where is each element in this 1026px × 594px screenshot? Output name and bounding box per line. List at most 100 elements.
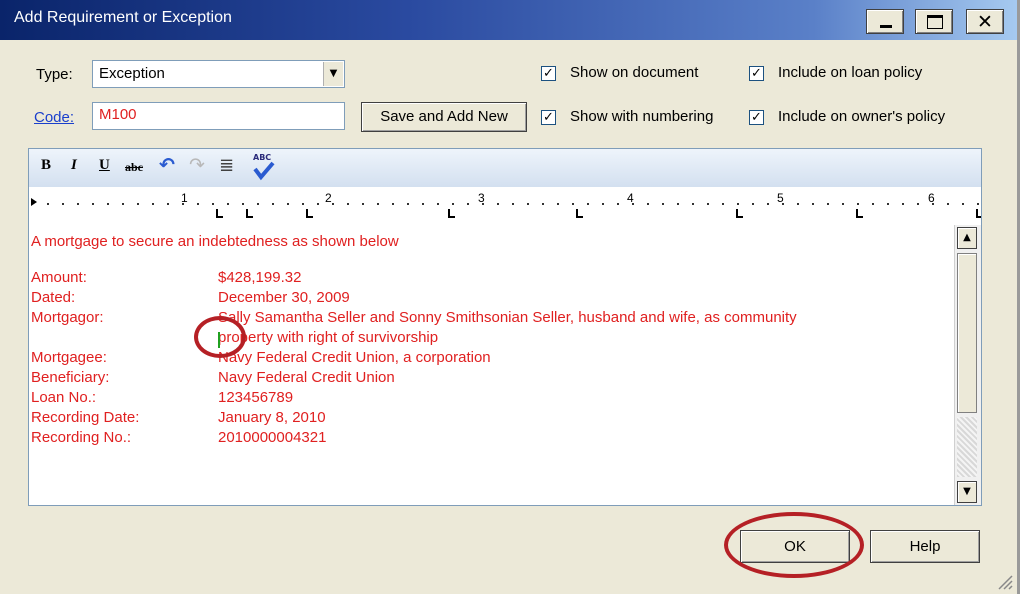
window-title: Add Requirement or Exception <box>14 9 232 26</box>
maximize-button[interactable] <box>915 9 953 34</box>
document-row-value: Navy Federal Credit Union <box>218 369 395 386</box>
code-link[interactable]: Code: <box>34 109 74 126</box>
document-row: property with right of survivorship <box>29 328 949 348</box>
ruler-tick <box>107 203 109 205</box>
document-row: Amount: $428,199.32 <box>29 268 949 288</box>
ruler-tick <box>557 203 559 205</box>
scroll-track[interactable] <box>957 417 977 477</box>
resize-grip-icon[interactable] <box>995 572 1013 590</box>
ruler-mark-4: 4 <box>627 191 634 205</box>
ruler-tick <box>467 203 469 205</box>
show-on-document-checkbox[interactable]: ✓ <box>541 66 556 81</box>
document-row-value: 123456789 <box>218 389 294 406</box>
redo-icon[interactable]: ↷ <box>189 154 205 176</box>
editor-toolbar: B I U abc ↶ ↷ ≣ ABC <box>29 149 981 188</box>
document-row: Mortgagee: Navy Federal Credit Union, a c… <box>29 348 949 368</box>
vertical-scrollbar[interactable]: ▲ ▼ <box>954 225 981 505</box>
ruler-tick <box>452 203 454 205</box>
ruler-tick <box>977 203 979 205</box>
ruler-tick <box>212 203 214 205</box>
include-owner-policy-checkbox[interactable]: ✓ <box>749 110 764 125</box>
ruler-tick <box>617 203 619 205</box>
ruler-tick <box>872 203 874 205</box>
ruler-tick <box>92 203 94 205</box>
chevron-down-icon[interactable]: ▼ <box>323 62 343 86</box>
document-row: Beneficiary: Navy Federal Credit Union <box>29 368 949 388</box>
document-row-label: Loan No.: <box>31 389 97 406</box>
include-loan-policy-checkbox[interactable]: ✓ <box>749 66 764 81</box>
ruler-tick <box>887 203 889 205</box>
tab-stop-marker <box>576 209 583 218</box>
ruler-tick <box>752 203 754 205</box>
document-row-value: Navy Federal Credit Union, a corporation <box>218 349 491 366</box>
ruler-tick <box>527 203 529 205</box>
scroll-thumb[interactable] <box>957 253 977 413</box>
ruler-tick <box>587 203 589 205</box>
ruler-mark-2: 2 <box>325 191 332 205</box>
ruler-tick <box>542 203 544 205</box>
ruler-tick <box>767 203 769 205</box>
ruler-tick <box>512 203 514 205</box>
ruler-tick <box>647 203 649 205</box>
document-row-label: Beneficiary: <box>31 369 110 386</box>
close-button[interactable]: ✕ <box>966 9 1004 34</box>
undo-icon[interactable]: ↶ <box>159 154 175 176</box>
show-with-numbering-checkbox[interactable]: ✓ <box>541 110 556 125</box>
document-row-value: December 30, 2009 <box>218 289 350 306</box>
document-row-value: $428,199.32 <box>218 269 302 286</box>
ruler-tick <box>797 203 799 205</box>
include-owner-policy-label: Include on owner's policy <box>778 108 946 125</box>
ruler-tick <box>122 203 124 205</box>
help-button[interactable]: Help <box>870 530 980 563</box>
ruler-tick <box>917 203 919 205</box>
document-text-area[interactable]: A mortgage to secure an indebtedness as … <box>29 225 949 505</box>
ruler-tick <box>152 203 154 205</box>
scroll-down-button[interactable]: ▼ <box>957 481 977 503</box>
document-row-value: property with right of survivorship <box>218 329 439 346</box>
ruler-tick <box>677 203 679 205</box>
ruler-tick <box>827 203 829 205</box>
rich-text-editor: B I U abc ↶ ↷ ≣ ABC 1 2 3 4 5 6 A mortga… <box>28 148 982 506</box>
tab-stop-marker <box>216 209 223 218</box>
ruler-mark-6: 6 <box>928 191 935 205</box>
include-loan-policy-label: Include on loan policy <box>778 64 923 81</box>
ruler-tick <box>257 203 259 205</box>
type-select[interactable]: Exception ▼ <box>92 60 345 88</box>
ruler-tick <box>857 203 859 205</box>
highlight-circle-cursor <box>194 316 246 358</box>
ruler-mark-1: 1 <box>181 191 188 205</box>
document-row-label: Mortgagee: <box>31 349 107 366</box>
ruler-mark-3: 3 <box>478 191 485 205</box>
ruler-tick <box>362 203 364 205</box>
ruler-tick <box>347 203 349 205</box>
tab-stop-marker <box>448 209 455 218</box>
ruler-tick <box>947 203 949 205</box>
ruler-tick <box>437 203 439 205</box>
minimize-button[interactable] <box>866 9 904 34</box>
tab-stop-marker <box>306 209 313 218</box>
ruler-tick <box>722 203 724 205</box>
ruler-tick <box>902 203 904 205</box>
tab-stop-marker <box>856 209 863 218</box>
ruler-tick <box>332 203 334 205</box>
code-input[interactable]: M100 <box>92 102 345 130</box>
spell-check-icon[interactable]: ABC <box>251 153 277 183</box>
tab-stop-marker <box>246 209 253 218</box>
ruler-tick <box>422 203 424 205</box>
save-and-add-new-button[interactable]: Save and Add New <box>361 102 527 132</box>
underline-button[interactable]: U <box>99 157 110 179</box>
strikethrough-button[interactable]: abc <box>125 160 143 182</box>
show-with-numbering-label: Show with numbering <box>570 108 714 125</box>
document-row-label: Recording Date: <box>31 409 140 426</box>
italic-button[interactable]: I <box>71 157 77 179</box>
ruler-tick <box>692 203 694 205</box>
tab-stop-marker <box>976 209 981 218</box>
title-bar[interactable]: Add Requirement or Exception ✕ <box>0 0 1017 40</box>
bold-button[interactable]: B <box>41 157 51 179</box>
ruler-tick <box>497 203 499 205</box>
ruler-tick <box>962 203 964 205</box>
scroll-up-button[interactable]: ▲ <box>957 227 977 249</box>
ruler-tick <box>317 203 319 205</box>
intro-text: A mortgage to secure an indebtedness as … <box>31 233 399 250</box>
list-icon[interactable]: ≣ <box>219 155 234 177</box>
